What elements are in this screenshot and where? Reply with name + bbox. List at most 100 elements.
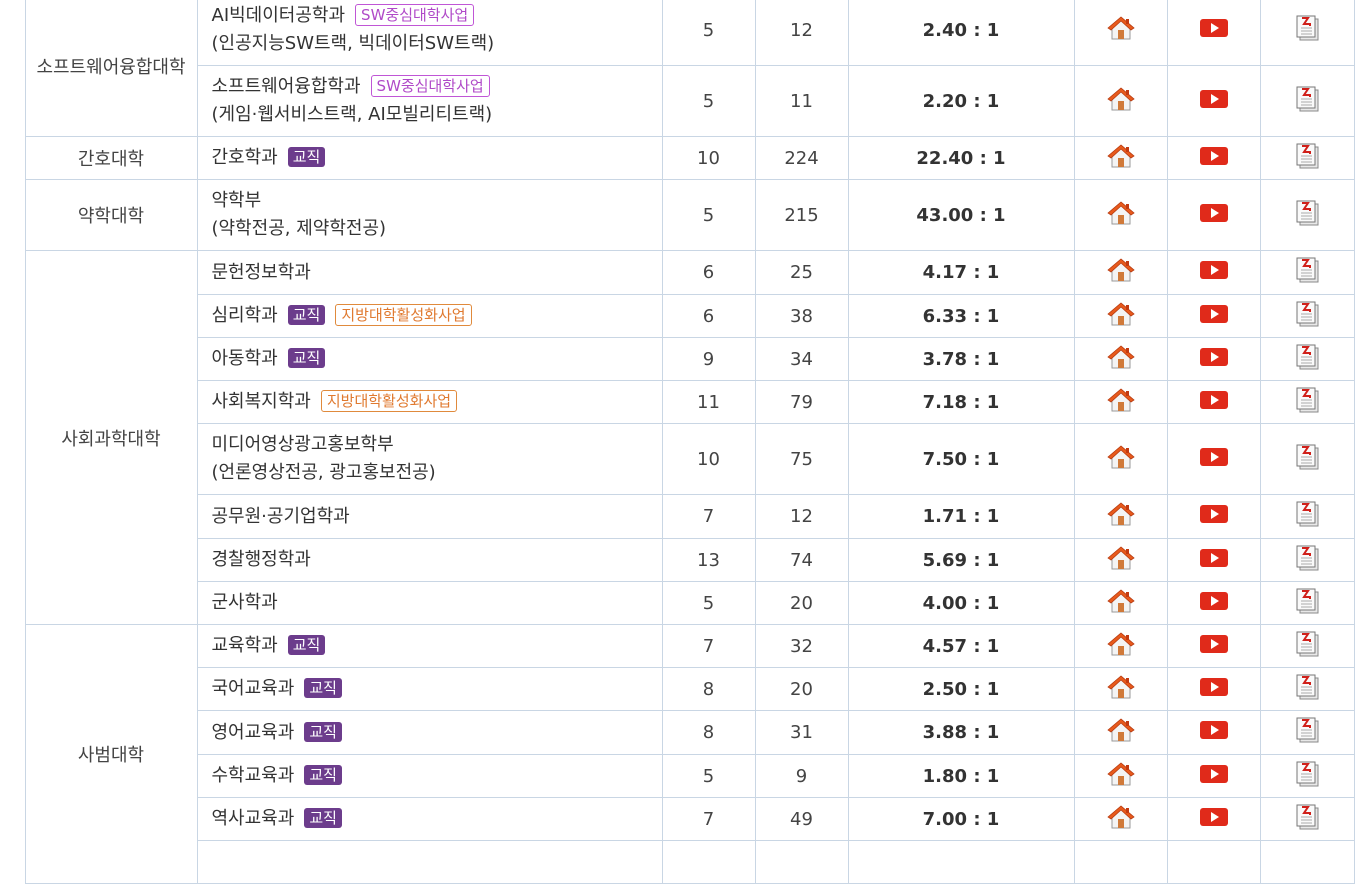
department-homepage-link[interactable] bbox=[1073, 538, 1168, 582]
department-video-link[interactable] bbox=[1166, 581, 1261, 625]
department-homepage-link[interactable] bbox=[1073, 0, 1168, 66]
department-video-link[interactable] bbox=[1166, 797, 1261, 841]
department-homepage-link[interactable] bbox=[1073, 710, 1168, 755]
pdf-document-icon[interactable] bbox=[1293, 14, 1321, 47]
department-brochure-link[interactable] bbox=[1259, 624, 1355, 668]
department-brochure-link[interactable] bbox=[1259, 754, 1355, 798]
department-homepage-link[interactable] bbox=[1073, 423, 1168, 495]
department-brochure-link[interactable] bbox=[1259, 667, 1355, 711]
home-icon[interactable] bbox=[1106, 501, 1135, 532]
video-play-icon[interactable] bbox=[1199, 202, 1229, 229]
home-icon[interactable] bbox=[1106, 804, 1135, 835]
department-homepage-link[interactable] bbox=[1073, 581, 1168, 625]
home-icon[interactable] bbox=[1106, 631, 1135, 662]
home-icon[interactable] bbox=[1106, 674, 1135, 705]
video-play-icon[interactable] bbox=[1199, 590, 1229, 617]
home-icon[interactable] bbox=[1106, 444, 1135, 475]
department-homepage-link[interactable] bbox=[1073, 494, 1168, 539]
department-homepage-link[interactable] bbox=[1073, 624, 1168, 668]
home-icon[interactable] bbox=[1106, 344, 1135, 375]
pdf-document-icon[interactable] bbox=[1293, 386, 1321, 419]
home-icon[interactable] bbox=[1106, 387, 1135, 418]
home-icon[interactable] bbox=[1106, 717, 1135, 748]
department-video-link[interactable] bbox=[1166, 380, 1261, 424]
video-play-icon[interactable] bbox=[1199, 259, 1229, 286]
department-video-link[interactable] bbox=[1166, 250, 1261, 295]
video-play-icon[interactable] bbox=[1199, 547, 1229, 574]
video-play-icon[interactable] bbox=[1199, 806, 1229, 833]
home-icon[interactable] bbox=[1106, 301, 1135, 332]
department-video-link[interactable] bbox=[1166, 0, 1261, 66]
pdf-document-icon[interactable] bbox=[1293, 587, 1321, 620]
department-brochure-link[interactable] bbox=[1259, 538, 1355, 582]
department-video-link[interactable] bbox=[1166, 179, 1261, 251]
department-homepage-link[interactable] bbox=[1073, 250, 1168, 295]
pdf-document-icon[interactable] bbox=[1293, 803, 1321, 836]
video-play-icon[interactable] bbox=[1199, 145, 1229, 172]
department-video-link[interactable] bbox=[1166, 710, 1261, 755]
department-homepage-link[interactable] bbox=[1073, 754, 1168, 798]
home-icon[interactable] bbox=[1106, 761, 1135, 792]
home-icon[interactable] bbox=[1106, 545, 1135, 576]
pdf-document-icon[interactable] bbox=[1293, 443, 1321, 476]
video-play-icon[interactable] bbox=[1199, 676, 1229, 703]
department-video-link[interactable] bbox=[1166, 538, 1261, 582]
department-homepage-link[interactable] bbox=[1073, 294, 1168, 338]
home-icon[interactable] bbox=[1106, 200, 1135, 231]
pdf-document-icon[interactable] bbox=[1293, 760, 1321, 793]
video-play-icon[interactable] bbox=[1199, 88, 1229, 115]
home-icon[interactable] bbox=[1106, 588, 1135, 619]
department-video-link[interactable] bbox=[1166, 136, 1261, 180]
department-video-link[interactable] bbox=[1166, 754, 1261, 798]
department-homepage-link[interactable] bbox=[1073, 797, 1168, 841]
video-play-icon[interactable] bbox=[1199, 503, 1229, 530]
home-icon[interactable] bbox=[1106, 15, 1135, 46]
pdf-document-icon[interactable] bbox=[1293, 673, 1321, 706]
department-video-link[interactable] bbox=[1166, 337, 1261, 381]
video-play-icon[interactable] bbox=[1199, 346, 1229, 373]
department-homepage-link[interactable] bbox=[1073, 667, 1168, 711]
department-brochure-link[interactable] bbox=[1259, 250, 1355, 295]
pdf-document-icon[interactable] bbox=[1293, 142, 1321, 175]
pdf-document-icon[interactable] bbox=[1293, 199, 1321, 232]
pdf-document-icon[interactable] bbox=[1293, 544, 1321, 577]
home-icon[interactable] bbox=[1106, 143, 1135, 174]
pdf-document-icon[interactable] bbox=[1293, 85, 1321, 118]
department-homepage-link[interactable] bbox=[1073, 380, 1168, 424]
department-brochure-link[interactable] bbox=[1259, 136, 1355, 180]
department-video-link[interactable] bbox=[1166, 667, 1261, 711]
video-play-icon[interactable] bbox=[1199, 446, 1229, 473]
department-brochure-link[interactable] bbox=[1259, 65, 1355, 137]
pdf-document-icon[interactable] bbox=[1293, 256, 1321, 289]
department-brochure-link[interactable] bbox=[1259, 380, 1355, 424]
department-video-link[interactable] bbox=[1166, 423, 1261, 495]
department-homepage-link[interactable] bbox=[1073, 65, 1168, 137]
department-brochure-link[interactable] bbox=[1259, 797, 1355, 841]
department-brochure-link[interactable] bbox=[1259, 179, 1355, 251]
video-play-icon[interactable] bbox=[1199, 303, 1229, 330]
pdf-document-icon[interactable] bbox=[1293, 300, 1321, 333]
home-icon[interactable] bbox=[1106, 257, 1135, 288]
department-video-link[interactable] bbox=[1166, 294, 1261, 338]
department-brochure-link[interactable] bbox=[1259, 494, 1355, 539]
home-icon[interactable] bbox=[1106, 86, 1135, 117]
department-brochure-link[interactable] bbox=[1259, 423, 1355, 495]
pdf-document-icon[interactable] bbox=[1293, 716, 1321, 749]
department-video-link[interactable] bbox=[1166, 494, 1261, 539]
department-homepage-link[interactable] bbox=[1073, 179, 1168, 251]
video-play-icon[interactable] bbox=[1199, 633, 1229, 660]
department-brochure-link[interactable] bbox=[1259, 294, 1355, 338]
department-video-link[interactable] bbox=[1166, 624, 1261, 668]
video-play-icon[interactable] bbox=[1199, 17, 1229, 44]
department-brochure-link[interactable] bbox=[1259, 337, 1355, 381]
pdf-document-icon[interactable] bbox=[1293, 630, 1321, 663]
department-homepage-link[interactable] bbox=[1073, 337, 1168, 381]
pdf-document-icon[interactable] bbox=[1293, 343, 1321, 376]
department-brochure-link[interactable] bbox=[1259, 0, 1355, 66]
department-brochure-link[interactable] bbox=[1259, 710, 1355, 755]
department-brochure-link[interactable] bbox=[1259, 581, 1355, 625]
video-play-icon[interactable] bbox=[1199, 763, 1229, 790]
pdf-document-icon[interactable] bbox=[1293, 500, 1321, 533]
video-play-icon[interactable] bbox=[1199, 389, 1229, 416]
video-play-icon[interactable] bbox=[1199, 719, 1229, 746]
